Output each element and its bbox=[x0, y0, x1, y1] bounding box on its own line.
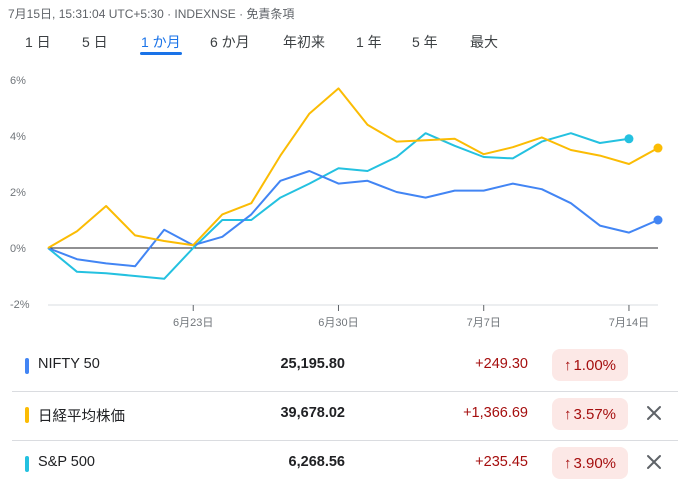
comparison-line-chart[interactable]: 6% 4% 2% 0% -2% 6月23日 6月30日 7月7日 7月14日 bbox=[0, 66, 690, 341]
percent-change-value: 1.00% bbox=[573, 356, 617, 374]
y-tick-label: 4% bbox=[10, 131, 26, 143]
table-row-nifty[interactable]: NIFTY 50 25,195.80 +249.30 ↑ 1.00% bbox=[12, 343, 678, 389]
series-color-swatch bbox=[25, 358, 29, 374]
series-end-point bbox=[624, 134, 634, 144]
index-name: S&P 500 bbox=[38, 454, 95, 470]
y-tick-label: 6% bbox=[10, 75, 26, 87]
index-name: NIFTY 50 bbox=[38, 356, 100, 372]
index-price: 39,678.02 bbox=[280, 405, 345, 421]
series-line bbox=[47, 87, 659, 249]
percent-change-badge: ↑ 3.57% bbox=[552, 398, 628, 430]
tab-5-year[interactable]: 5 年 bbox=[412, 32, 438, 52]
arrow-up-icon: ↑ bbox=[563, 356, 572, 374]
y-tick-label: -2% bbox=[10, 299, 30, 311]
series-line bbox=[47, 132, 630, 280]
series-line bbox=[47, 170, 659, 268]
index-change: +235.45 bbox=[475, 454, 528, 470]
percent-change-badge: ↑ 1.00% bbox=[552, 349, 628, 381]
table-row-nikkei[interactable]: 日経平均株価 39,678.02 +1,366.69 ↑ 3.57% bbox=[12, 392, 678, 438]
tab-6-month[interactable]: 6 か月 bbox=[210, 32, 250, 52]
tab-1-year[interactable]: 1 年 bbox=[356, 32, 382, 52]
arrow-up-icon: ↑ bbox=[563, 454, 572, 472]
table-row-sp500[interactable]: S&P 500 6,268.56 +235.45 ↑ 3.90% bbox=[12, 441, 678, 487]
tab-1-day[interactable]: 1 日 bbox=[25, 32, 51, 52]
x-tick-label: 6月30日 bbox=[318, 317, 358, 329]
close-icon[interactable] bbox=[642, 450, 666, 474]
y-tick-label: 2% bbox=[10, 187, 26, 199]
index-change: +249.30 bbox=[475, 356, 528, 372]
tab-max[interactable]: 最大 bbox=[470, 32, 498, 52]
series-color-swatch bbox=[25, 407, 29, 423]
close-icon[interactable] bbox=[642, 401, 666, 425]
series-end-point bbox=[653, 215, 663, 225]
percent-change-value: 3.90% bbox=[573, 454, 617, 472]
tab-5-day[interactable]: 5 日 bbox=[82, 32, 108, 52]
series-end-point bbox=[653, 143, 663, 153]
index-price: 6,268.56 bbox=[288, 454, 345, 470]
x-tick-label: 6月23日 bbox=[173, 317, 213, 329]
series-color-swatch bbox=[25, 456, 29, 472]
index-change: +1,366.69 bbox=[463, 405, 528, 421]
index-price: 25,195.80 bbox=[280, 356, 345, 372]
arrow-up-icon: ↑ bbox=[563, 405, 572, 423]
tab-ytd[interactable]: 年初来 bbox=[283, 32, 325, 52]
x-tick-label: 7月7日 bbox=[467, 317, 501, 329]
range-tabs: 1 日 5 日 1 か月 6 か月 年初来 1 年 5 年 最大 bbox=[0, 32, 690, 56]
percent-change-badge: ↑ 3.90% bbox=[552, 447, 628, 479]
index-name: 日経平均株価 bbox=[38, 409, 125, 425]
percent-change-value: 3.57% bbox=[573, 405, 617, 423]
tab-1-month[interactable]: 1 か月 bbox=[140, 32, 182, 55]
chart-meta-text: 7月15日, 15:31:04 UTC+5:30 · INDEXNSE · 免責… bbox=[8, 7, 295, 21]
y-tick-label: 0% bbox=[10, 243, 26, 255]
x-tick-label: 7月14日 bbox=[609, 317, 649, 329]
